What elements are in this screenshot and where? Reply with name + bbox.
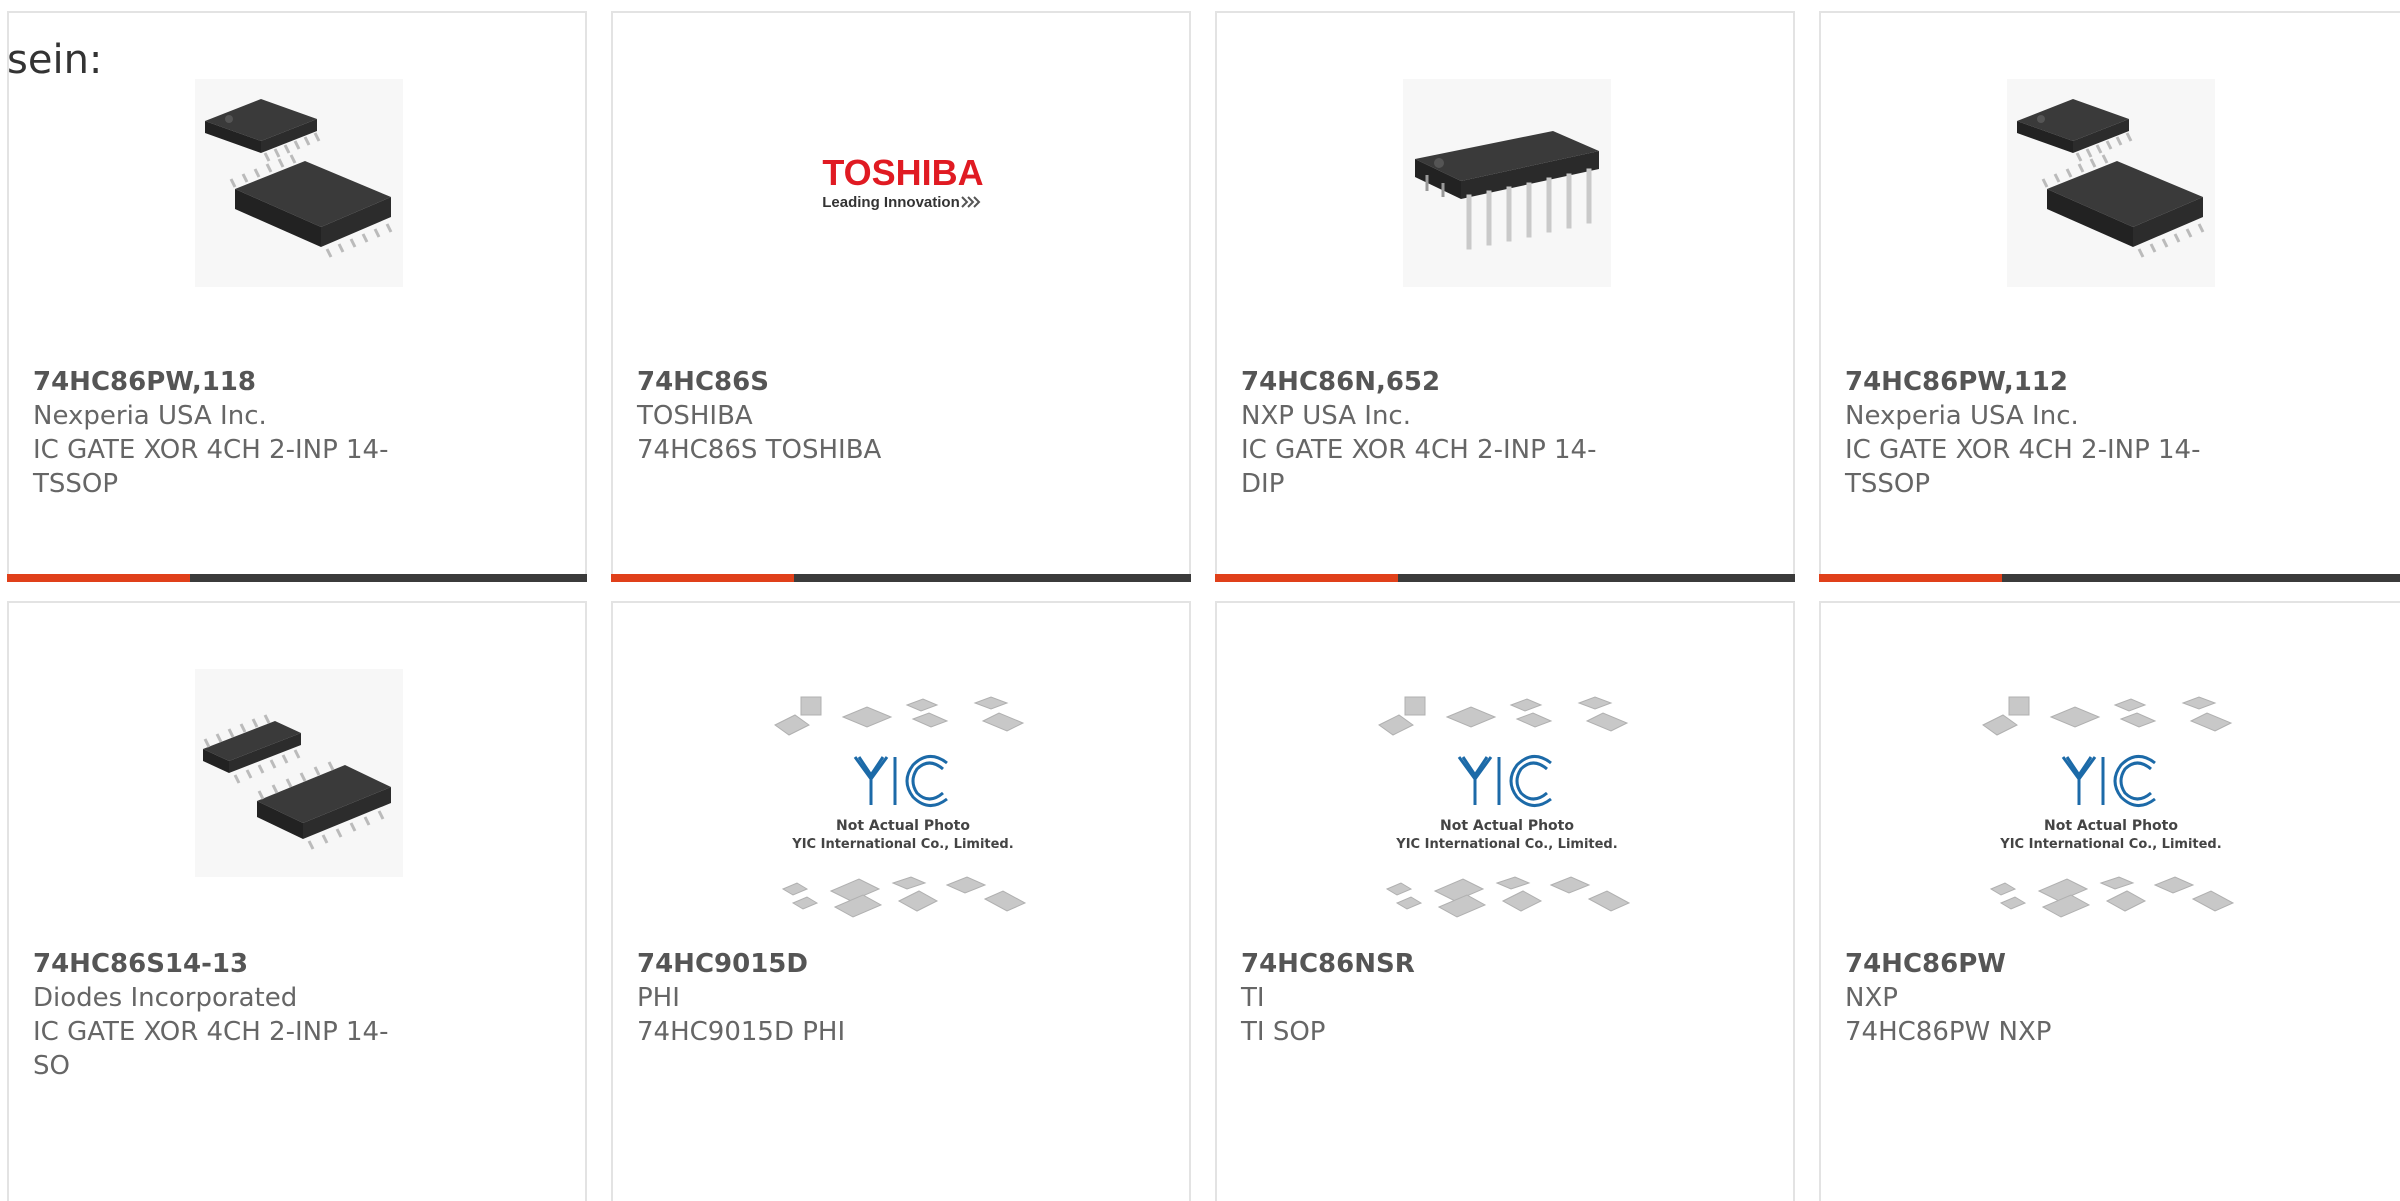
- description: 74HC86S TOSHIBA: [637, 435, 882, 465]
- placeholder-caption: Not Actual Photo: [1440, 818, 1574, 834]
- manufacturer: NXP: [1845, 983, 1898, 1013]
- product-image[interactable]: [1403, 79, 1611, 287]
- description: 74HC86PW NXP: [1845, 1017, 2052, 1047]
- product-image[interactable]: TOSHIBA Leading Innovation: [799, 79, 1007, 287]
- product-info: 74HC86PW NXP 74HC86PW NXP: [1845, 947, 2225, 1049]
- product-card[interactable]: 74HC86PW,118 Nexperia USA Inc. IC GATE X…: [7, 11, 587, 582]
- intro-text: sein:: [7, 37, 103, 83]
- card-accent-bar: [7, 574, 190, 582]
- toshiba-tagline-text: Leading Innovation: [822, 194, 960, 211]
- placeholder-caption: Not Actual Photo: [2044, 818, 2178, 834]
- placeholder-company: YIC International Co., Limited.: [1999, 837, 2221, 852]
- card-bottom-bar: [1819, 574, 2400, 582]
- description: IC GATE XOR 4CH 2-INP 14-TSSOP: [33, 435, 389, 499]
- card-accent-bar: [1819, 574, 2002, 582]
- product-card[interactable]: Not Actual Photo YIC International Co., …: [611, 601, 1191, 1201]
- dip-chip-image: [1403, 79, 1611, 287]
- product-image[interactable]: [195, 669, 403, 877]
- placeholder-company: YIC International Co., Limited.: [1395, 837, 1617, 852]
- card-bottom-bar: [611, 574, 1191, 582]
- manufacturer: TOSHIBA: [637, 401, 753, 431]
- yic-placeholder-image: Not Actual Photo YIC International Co., …: [1378, 696, 1631, 918]
- card-bottom-bar: [7, 574, 587, 582]
- product-info: 74HC86PW,118 Nexperia USA Inc. IC GATE X…: [33, 365, 413, 501]
- product-info: 74HC86S14-13 Diodes Incorporated IC GATE…: [33, 947, 413, 1083]
- toshiba-logo-text: TOSHIBA: [822, 152, 983, 193]
- product-info: 74HC86PW,112 Nexperia USA Inc. IC GATE X…: [1845, 365, 2225, 501]
- description: IC GATE XOR 4CH 2-INP 14-DIP: [1241, 435, 1597, 499]
- description: TI SOP: [1241, 1017, 1326, 1047]
- manufacturer: Nexperia USA Inc.: [33, 401, 267, 431]
- part-number[interactable]: 74HC86PW,112: [1845, 365, 2225, 399]
- product-card[interactable]: 74HC86S14-13 Diodes Incorporated IC GATE…: [7, 601, 587, 1201]
- product-card[interactable]: TOSHIBA Leading Innovation 74HC86S TOSHI…: [611, 11, 1191, 582]
- toshiba-logo: TOSHIBA Leading Innovation: [822, 152, 983, 211]
- product-card[interactable]: 74HC86PW,112 Nexperia USA Inc. IC GATE X…: [1819, 11, 2400, 582]
- product-card[interactable]: 74HC86N,652 NXP USA Inc. IC GATE XOR 4CH…: [1215, 11, 1795, 582]
- tssop-chip-image: [2007, 79, 2215, 287]
- product-info: 74HC86NSR TI TI SOP: [1241, 947, 1621, 1049]
- manufacturer: PHI: [637, 983, 680, 1013]
- part-number[interactable]: 74HC86PW: [1845, 947, 2225, 981]
- manufacturer: Nexperia USA Inc.: [1845, 401, 2079, 431]
- description: IC GATE XOR 4CH 2-INP 14-SO: [33, 1017, 389, 1081]
- product-card[interactable]: Not Actual Photo YIC International Co., …: [1215, 601, 1795, 1201]
- card-accent-bar: [611, 574, 794, 582]
- product-image[interactable]: Not Actual Photo YIC International Co., …: [1971, 693, 2251, 933]
- so-chip-image: [195, 669, 403, 877]
- part-number[interactable]: 74HC9015D: [637, 947, 1017, 981]
- product-image[interactable]: Not Actual Photo YIC International Co., …: [763, 693, 1043, 933]
- product-image[interactable]: [195, 79, 403, 287]
- yic-placeholder-image: Not Actual Photo YIC International Co., …: [774, 696, 1027, 918]
- manufacturer: TI: [1241, 983, 1265, 1013]
- description: 74HC9015D PHI: [637, 1017, 846, 1047]
- tssop-chip-image: [195, 79, 403, 287]
- description: IC GATE XOR 4CH 2-INP 14-TSSOP: [1845, 435, 2201, 499]
- product-image[interactable]: Not Actual Photo YIC International Co., …: [1367, 693, 1647, 933]
- card-accent-bar: [1215, 574, 1398, 582]
- yic-placeholder-image: Not Actual Photo YIC International Co., …: [1982, 696, 2235, 918]
- part-number[interactable]: 74HC86PW,118: [33, 365, 413, 399]
- product-image[interactable]: [2007, 79, 2215, 287]
- product-card[interactable]: Not Actual Photo YIC International Co., …: [1819, 601, 2400, 1201]
- part-number[interactable]: 74HC86N,652: [1241, 365, 1621, 399]
- placeholder-company: YIC International Co., Limited.: [791, 837, 1013, 852]
- product-info: 74HC9015D PHI 74HC9015D PHI: [637, 947, 1017, 1049]
- product-info: 74HC86S TOSHIBA 74HC86S TOSHIBA: [637, 365, 1017, 467]
- product-info: 74HC86N,652 NXP USA Inc. IC GATE XOR 4CH…: [1241, 365, 1621, 501]
- manufacturer: NXP USA Inc.: [1241, 401, 1411, 431]
- card-bottom-bar: [1215, 574, 1795, 582]
- part-number[interactable]: 74HC86NSR: [1241, 947, 1621, 981]
- placeholder-caption: Not Actual Photo: [836, 818, 970, 834]
- part-number[interactable]: 74HC86S14-13: [33, 947, 413, 981]
- part-number[interactable]: 74HC86S: [637, 365, 1017, 399]
- manufacturer: Diodes Incorporated: [33, 983, 298, 1013]
